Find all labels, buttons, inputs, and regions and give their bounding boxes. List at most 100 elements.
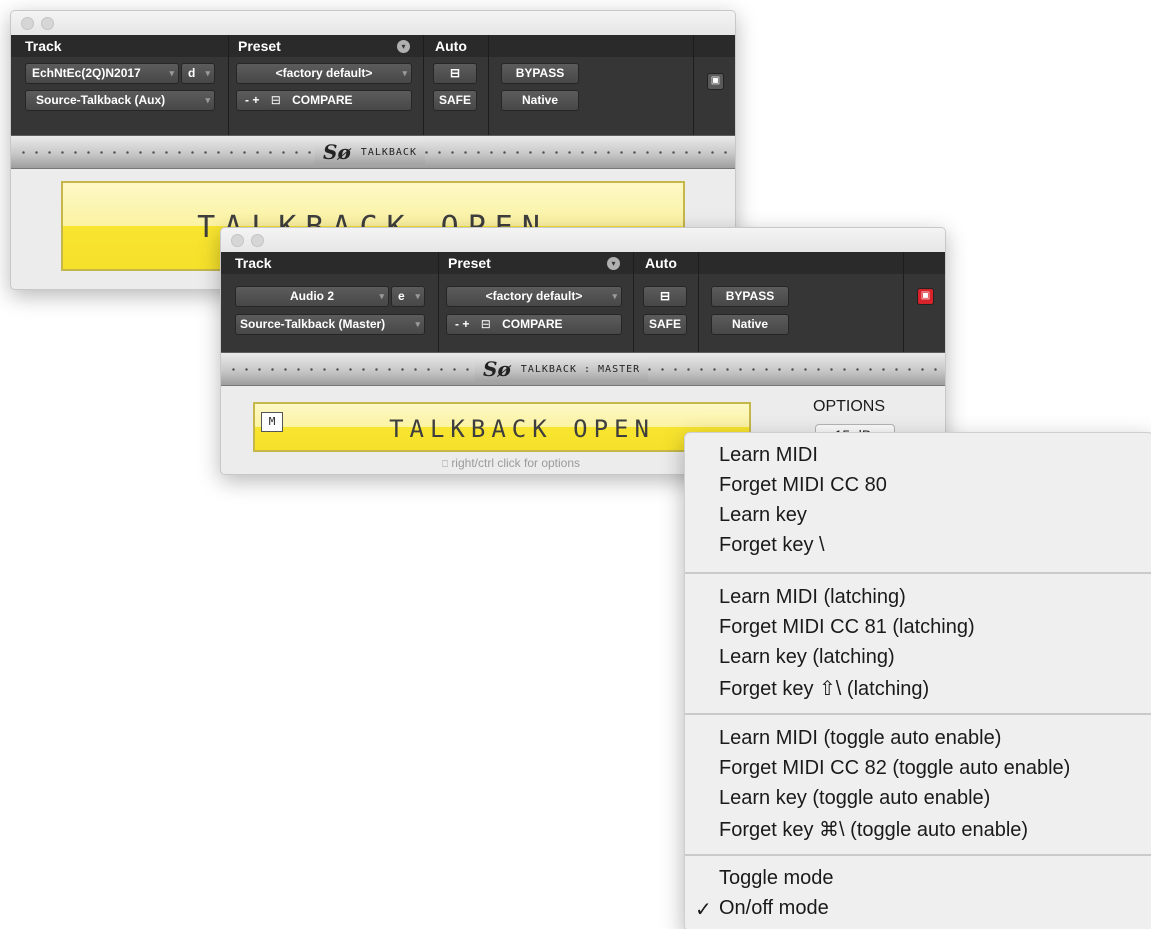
plugin-header: Track Preset ▾ Auto Audio 2 ▾ e ▾ Source-T… (221, 252, 945, 352)
close-window-button[interactable] (21, 17, 34, 30)
titlebar[interactable] (11, 11, 735, 35)
header-row: Track Preset ▾ Auto (11, 35, 735, 57)
menu-item-forget-key-latching[interactable]: Forget key ⇧\ (latching) (719, 676, 929, 701)
divider (693, 35, 694, 135)
divider (228, 35, 229, 135)
close-window-button[interactable] (231, 234, 244, 247)
chevron-down-icon: ▾ (205, 95, 210, 105)
plugin-name: TALKBACK (360, 146, 417, 158)
track-header: Track (235, 255, 272, 271)
insert-name: Source-Talkback (Master) (240, 317, 386, 331)
menu-separator (685, 854, 1151, 856)
check-icon: ✓ (695, 899, 712, 921)
track-selector[interactable]: EchNtEc(2Q)N2017 ▾ (25, 63, 179, 84)
minimize-window-button[interactable] (41, 17, 54, 30)
divider (438, 252, 439, 352)
chevron-down-icon: ▾ (205, 68, 210, 78)
power-icon[interactable]: ▣ (707, 73, 724, 90)
preset-header: Preset (238, 38, 281, 54)
menu-item-forget-midi-latching[interactable]: Forget MIDI CC 81 (latching) (719, 616, 975, 639)
link-icon[interactable]: ⊟ (481, 317, 491, 331)
sonnox-logo: Sø (323, 140, 351, 164)
titlebar[interactable] (221, 228, 945, 252)
plugin-banner: Sø TALKBACK : MASTER (221, 352, 945, 386)
mode-indicator-label: M (268, 415, 276, 428)
menu-item-forget-key-toggle[interactable]: Forget key ⌘\ (toggle auto enable) (719, 817, 1028, 842)
preset-prev-next[interactable]: - + (455, 317, 469, 331)
preset-menu-icon[interactable]: ▾ (397, 40, 410, 53)
menu-separator (685, 572, 1151, 574)
plugin-name: TALKBACK : MASTER (520, 363, 641, 375)
talkback-button[interactable]: TALKBACK OPEN (253, 402, 751, 452)
automation-link-button[interactable]: ⊟ (643, 286, 687, 307)
insert-selector[interactable]: Source-Talkback (Aux) ▾ (25, 90, 215, 111)
menu-item-toggle-mode[interactable]: Toggle mode (719, 867, 834, 890)
compare-button[interactable]: COMPARE (502, 317, 562, 331)
auto-header: Auto (435, 38, 467, 54)
hint: ⎕ right/ctrl click for options (361, 456, 661, 470)
divider (903, 252, 904, 352)
native-badge: Native (711, 314, 789, 335)
menu-item-learn-midi[interactable]: Learn MIDI (719, 444, 818, 467)
auto-header: Auto (645, 255, 677, 271)
safe-button[interactable]: SAFE (643, 314, 687, 335)
preset-value: <factory default> (485, 289, 583, 303)
preset-controls[interactable]: - + ⊟ COMPARE (236, 90, 412, 111)
menu-item-learn-key-latching[interactable]: Learn key (latching) (719, 646, 895, 669)
safe-button[interactable]: SAFE (433, 90, 477, 111)
talkback-label: TALKBACK OPEN (389, 415, 655, 443)
menu-item-forget-midi[interactable]: Forget MIDI CC 80 (719, 474, 887, 497)
preset-selector[interactable]: <factory default> ▾ (446, 286, 622, 307)
banner-title: Sø TALKBACK (315, 139, 425, 165)
mode-indicator[interactable]: M (261, 412, 283, 432)
divider (488, 35, 489, 135)
track-letter-selector[interactable]: d ▾ (181, 63, 215, 84)
banner-title: Sø TALKBACK : MASTER (475, 356, 649, 382)
automation-link-button[interactable]: ⊟ (433, 63, 477, 84)
preset-controls[interactable]: - + ⊟ COMPARE (446, 314, 622, 335)
menu-item-forget-key[interactable]: Forget key \ (719, 534, 825, 557)
preset-menu-icon[interactable]: ▾ (607, 257, 620, 270)
chevron-down-icon: ▾ (415, 319, 420, 329)
divider (633, 252, 634, 352)
preset-value: <factory default> (275, 66, 373, 80)
bypass-button[interactable]: BYPASS (501, 63, 579, 84)
options-label: OPTIONS (813, 398, 886, 415)
track-letter: e (398, 289, 405, 303)
chevron-down-icon: ▾ (415, 291, 420, 301)
track-header: Track (25, 38, 62, 54)
power-icon[interactable]: ▣ (917, 288, 934, 305)
chevron-down-icon: ▾ (169, 68, 174, 78)
menu-separator (685, 713, 1151, 715)
insert-name: Source-Talkback (Aux) (36, 93, 166, 107)
menu-item-learn-key[interactable]: Learn key (719, 504, 807, 527)
track-letter-selector[interactable]: e ▾ (391, 286, 425, 307)
minimize-window-button[interactable] (251, 234, 264, 247)
bypass-button[interactable]: BYPASS (711, 286, 789, 307)
link-icon[interactable]: ⊟ (271, 93, 281, 107)
track-letter: d (188, 66, 196, 80)
divider (698, 252, 699, 352)
menu-item-learn-midi-toggle[interactable]: Learn MIDI (toggle auto enable) (719, 727, 1001, 750)
menu-item-forget-midi-toggle[interactable]: Forget MIDI CC 82 (toggle auto enable) (719, 757, 1070, 780)
menu-item-learn-key-toggle[interactable]: Learn key (toggle auto enable) (719, 787, 990, 810)
menu-item-onoff-mode[interactable]: On/off mode (719, 897, 829, 920)
compare-button[interactable]: COMPARE (292, 93, 352, 107)
sonnox-logo: Sø (483, 357, 511, 381)
plugin-banner: Sø TALKBACK (11, 135, 735, 169)
menu-item-learn-midi-latching[interactable]: Learn MIDI (latching) (719, 586, 906, 609)
context-menu: Learn MIDI Forget MIDI CC 80 Learn key F… (684, 432, 1151, 929)
preset-selector[interactable]: <factory default> ▾ (236, 63, 412, 84)
insert-selector[interactable]: Source-Talkback (Master) ▾ (235, 314, 425, 335)
track-name: EchNtEc(2Q)N2017 (32, 66, 141, 80)
track-selector[interactable]: Audio 2 ▾ (235, 286, 389, 307)
divider (423, 35, 424, 135)
hint-text: right/ctrl click for options (451, 456, 581, 470)
track-name: Audio 2 (290, 289, 334, 303)
header-row: Track Preset ▾ Auto (221, 252, 945, 274)
mouse-icon: ⎕ (441, 459, 448, 470)
native-badge: Native (501, 90, 579, 111)
chevron-down-icon: ▾ (402, 68, 407, 78)
preset-prev-next[interactable]: - + (245, 93, 259, 107)
preset-header: Preset (448, 255, 491, 271)
